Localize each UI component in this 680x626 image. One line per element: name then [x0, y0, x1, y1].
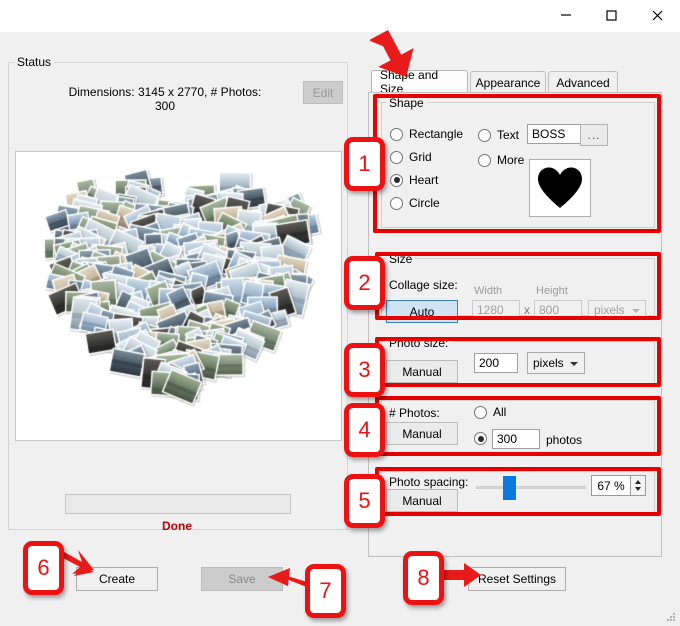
highlight-box-size [375, 252, 661, 320]
close-icon[interactable] [634, 0, 680, 30]
callout-badge-8: 8 [403, 551, 444, 605]
callout-badge-4: 4 [344, 403, 385, 457]
save-button[interactable]: Save [201, 567, 283, 591]
tab-advanced[interactable]: Advanced [548, 71, 618, 94]
callout-badge-1: 1 [344, 137, 385, 191]
create-button[interactable]: Create [76, 567, 158, 591]
minimize-icon[interactable] [543, 0, 589, 30]
status-group-label: Status [14, 55, 55, 69]
collage-image [16, 152, 341, 440]
callout-badge-7: 7 [305, 564, 346, 618]
callout-badge-2: 2 [344, 256, 385, 310]
callout-badge-5: 5 [344, 474, 385, 528]
highlight-box-photo-spacing [375, 467, 661, 516]
resize-grip[interactable] [666, 612, 676, 622]
tab-shape-and-size[interactable]: Shape and Size [371, 68, 468, 96]
callout-badge-3: 3 [344, 343, 385, 397]
maximize-icon[interactable] [588, 0, 634, 30]
highlight-box-num-photos [375, 396, 661, 456]
dimensions-text: Dimensions: 3145 x 2770, # Photos: 300 [68, 85, 262, 113]
highlight-box-shape [373, 94, 661, 233]
callout-badge-6: 6 [23, 541, 64, 595]
collage-preview[interactable] [15, 151, 342, 441]
reset-settings-button[interactable]: Reset Settings [468, 567, 566, 591]
progress-bar [65, 494, 291, 514]
edit-button[interactable]: Edit [303, 81, 343, 104]
collage-maker-window: Status Dimensions: 3145 x 2770, # Photos… [0, 0, 680, 626]
status-done-text: Done [162, 519, 192, 533]
tab-appearance[interactable]: Appearance [470, 71, 546, 94]
title-bar [0, 0, 680, 32]
highlight-box-photo-size [375, 337, 661, 387]
